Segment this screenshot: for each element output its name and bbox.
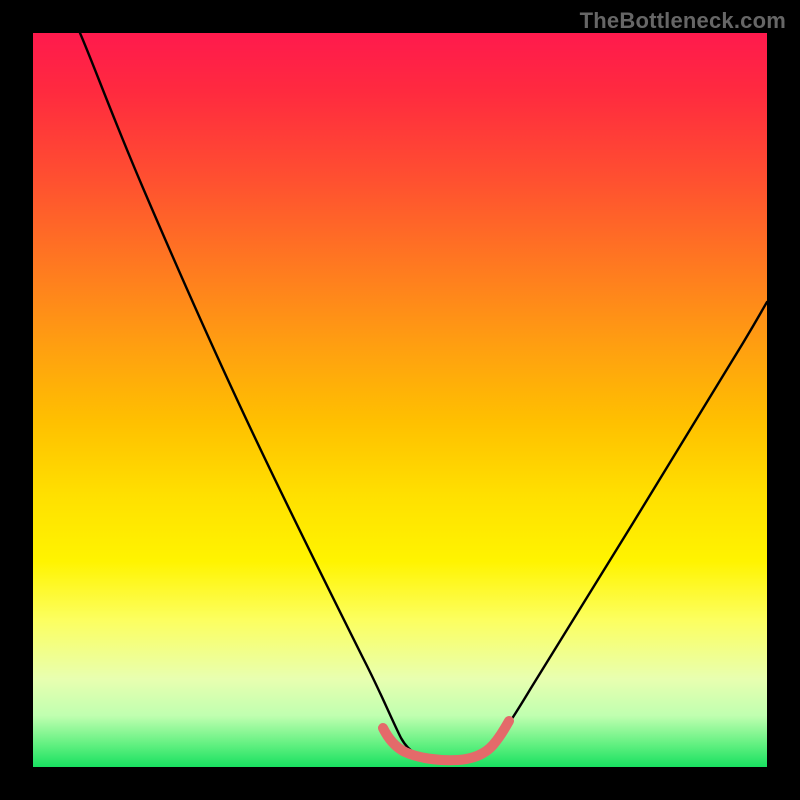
chart-curve-overlay [33,33,767,767]
chart-frame: TheBottleneck.com [0,0,800,800]
watermark-label: TheBottleneck.com [580,8,786,34]
bottleneck-curve-path [80,33,767,760]
